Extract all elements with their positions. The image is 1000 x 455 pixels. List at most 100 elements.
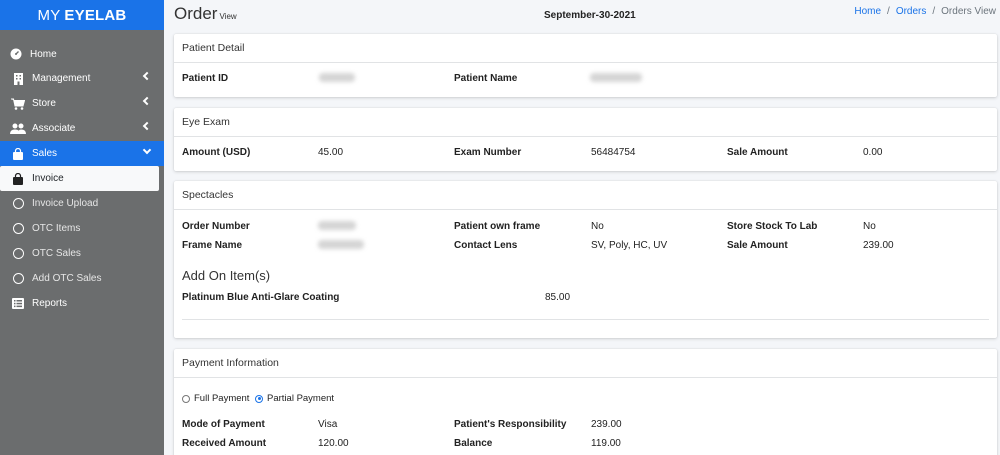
sidebar-item-otc-items[interactable]: OTC Items <box>0 216 164 241</box>
sidebar-item-label: OTC Sales <box>32 248 81 259</box>
breadcrumb: Home / Orders / Orders View <box>854 6 996 17</box>
exam-number-value: 56484754 <box>591 147 636 158</box>
brand-logo[interactable]: MY EYELAB <box>0 0 164 30</box>
brand-name: EYELAB <box>64 6 127 24</box>
spectacles-sale-amount-label: Sale Amount <box>727 240 788 251</box>
received-amount-value: 120.00 <box>318 438 349 449</box>
sidebar-item-label: Home <box>30 48 57 60</box>
chevron-left-icon <box>142 71 152 81</box>
balance-label: Balance <box>454 438 493 449</box>
patient-name-value-redacted <box>590 73 642 82</box>
amount-value: 45.00 <box>318 147 344 158</box>
breadcrumb-orders[interactable]: Orders <box>896 6 927 17</box>
shopping-bag-icon <box>10 172 26 185</box>
dashboard-icon <box>8 48 24 60</box>
sidebar-item-store[interactable]: Store <box>0 91 164 116</box>
partial-payment-radio[interactable]: Partial Payment <box>255 393 334 404</box>
spectacles-card: Spectacles Order Number Patient own fram… <box>174 181 997 338</box>
spectacles-sale-amount-value: 239.00 <box>863 240 894 251</box>
circle-icon <box>10 198 26 209</box>
store-stock-label: Store Stock To Lab <box>727 221 818 232</box>
sidebar-item-management[interactable]: Management <box>0 66 164 91</box>
payment-card: Payment Information Full Payment Partial… <box>174 349 997 455</box>
sidebar-item-sales[interactable]: Sales <box>0 141 164 166</box>
contact-lens-value: SV, Poly, HC, UV <box>591 240 668 251</box>
radio-label: Full Payment <box>194 393 250 404</box>
frame-name-label: Frame Name <box>182 240 243 251</box>
sidebar-item-reports[interactable]: Reports <box>0 291 164 316</box>
eye-exam-card: Eye Exam Amount (USD) 45.00 Exam Number … <box>174 108 997 171</box>
list-icon <box>10 298 26 309</box>
cart-icon <box>10 98 26 110</box>
card-title: Spectacles <box>174 181 997 210</box>
page-subtitle: View <box>219 12 237 21</box>
chevron-left-icon <box>142 96 152 106</box>
main-content: Order View September-30-2021 Home / Orders /… <box>164 0 1000 455</box>
sale-amount-value: 0.00 <box>863 147 883 158</box>
sidebar-item-add-otc-sales[interactable]: Add OTC Sales <box>0 266 164 291</box>
store-stock-value: No <box>863 221 876 232</box>
users-icon <box>10 123 26 135</box>
page-title: Order View <box>174 4 237 24</box>
patient-name-label: Patient Name <box>454 73 518 84</box>
mode-of-payment-label: Mode of Payment <box>182 419 265 430</box>
card-title: Payment Information <box>174 349 997 378</box>
brand-prefix: MY <box>37 6 61 24</box>
radio-unchecked-icon <box>182 394 190 403</box>
breadcrumb-separator: / <box>932 6 936 17</box>
patient-responsibility-value: 239.00 <box>591 419 622 430</box>
balance-value: 119.00 <box>591 438 621 449</box>
sidebar-item-home[interactable]: Home <box>0 42 164 66</box>
sidebar-item-label: Associate <box>32 123 76 134</box>
addon-title: Add On Item(s) <box>182 268 271 283</box>
sidebar-item-label: Management <box>32 73 91 84</box>
sidebar-item-label: OTC Items <box>32 223 81 234</box>
exam-number-label: Exam Number <box>454 147 522 158</box>
contact-lens-label: Contact Lens <box>454 240 518 251</box>
chevron-left-icon <box>142 121 152 131</box>
sale-amount-label: Sale Amount <box>727 147 788 158</box>
patient-id-label: Patient ID <box>182 73 229 84</box>
order-date: September-30-2021 <box>544 10 636 21</box>
sidebar-item-label: Sales <box>32 148 58 159</box>
amount-label: Amount (USD) <box>182 147 251 158</box>
circle-icon <box>10 248 26 259</box>
shopping-bag-icon <box>10 147 26 160</box>
patient-responsibility-label: Patient's Responsibility <box>454 419 567 430</box>
sidebar: MY EYELAB Home Management Store Associat… <box>0 0 164 455</box>
sidebar-item-label: Store <box>32 98 56 109</box>
order-number-value-redacted <box>318 221 356 230</box>
sidebar-item-otc-sales[interactable]: OTC Sales <box>0 241 164 266</box>
patient-id-value-redacted <box>319 73 355 82</box>
addon-item-value: 85.00 <box>545 292 571 303</box>
content-header: Order View September-30-2021 Home / Orders /… <box>164 0 1000 30</box>
card-title: Eye Exam <box>174 108 997 137</box>
mode-of-payment-value: Visa <box>318 419 338 430</box>
patient-own-frame-value: No <box>591 221 604 232</box>
breadcrumb-separator: / <box>887 6 890 17</box>
frame-name-value-redacted <box>318 240 364 249</box>
building-icon <box>10 72 26 85</box>
patient-detail-card: Patient Detail Patient ID Patient Name <box>174 34 997 97</box>
sidebar-item-label: Invoice Upload <box>32 198 99 209</box>
sidebar-item-associate[interactable]: Associate <box>0 116 164 141</box>
sidebar-item-invoice-upload[interactable]: Invoice Upload <box>0 191 164 216</box>
circle-icon <box>10 273 26 284</box>
sidebar-item-label: Invoice <box>32 173 64 184</box>
divider <box>182 319 989 320</box>
circle-icon <box>10 223 26 234</box>
sidebar-nav: Home Management Store Associate Sales In… <box>0 30 164 316</box>
chevron-down-icon <box>142 145 152 155</box>
received-amount-label: Received Amount <box>182 438 267 449</box>
breadcrumb-home[interactable]: Home <box>854 6 881 17</box>
sidebar-item-label: Add OTC Sales <box>32 273 102 284</box>
patient-own-frame-label: Patient own frame <box>454 221 541 232</box>
order-number-label: Order Number <box>182 221 250 232</box>
breadcrumb-current: Orders View <box>941 6 996 17</box>
addon-item-label: Platinum Blue Anti-Glare Coating <box>182 292 340 303</box>
page-title-text: Order <box>174 4 218 23</box>
sidebar-item-invoice[interactable]: Invoice <box>0 166 159 191</box>
full-payment-radio[interactable]: Full Payment <box>182 393 249 404</box>
radio-label: Partial Payment <box>267 393 335 404</box>
card-title: Patient Detail <box>174 34 997 63</box>
